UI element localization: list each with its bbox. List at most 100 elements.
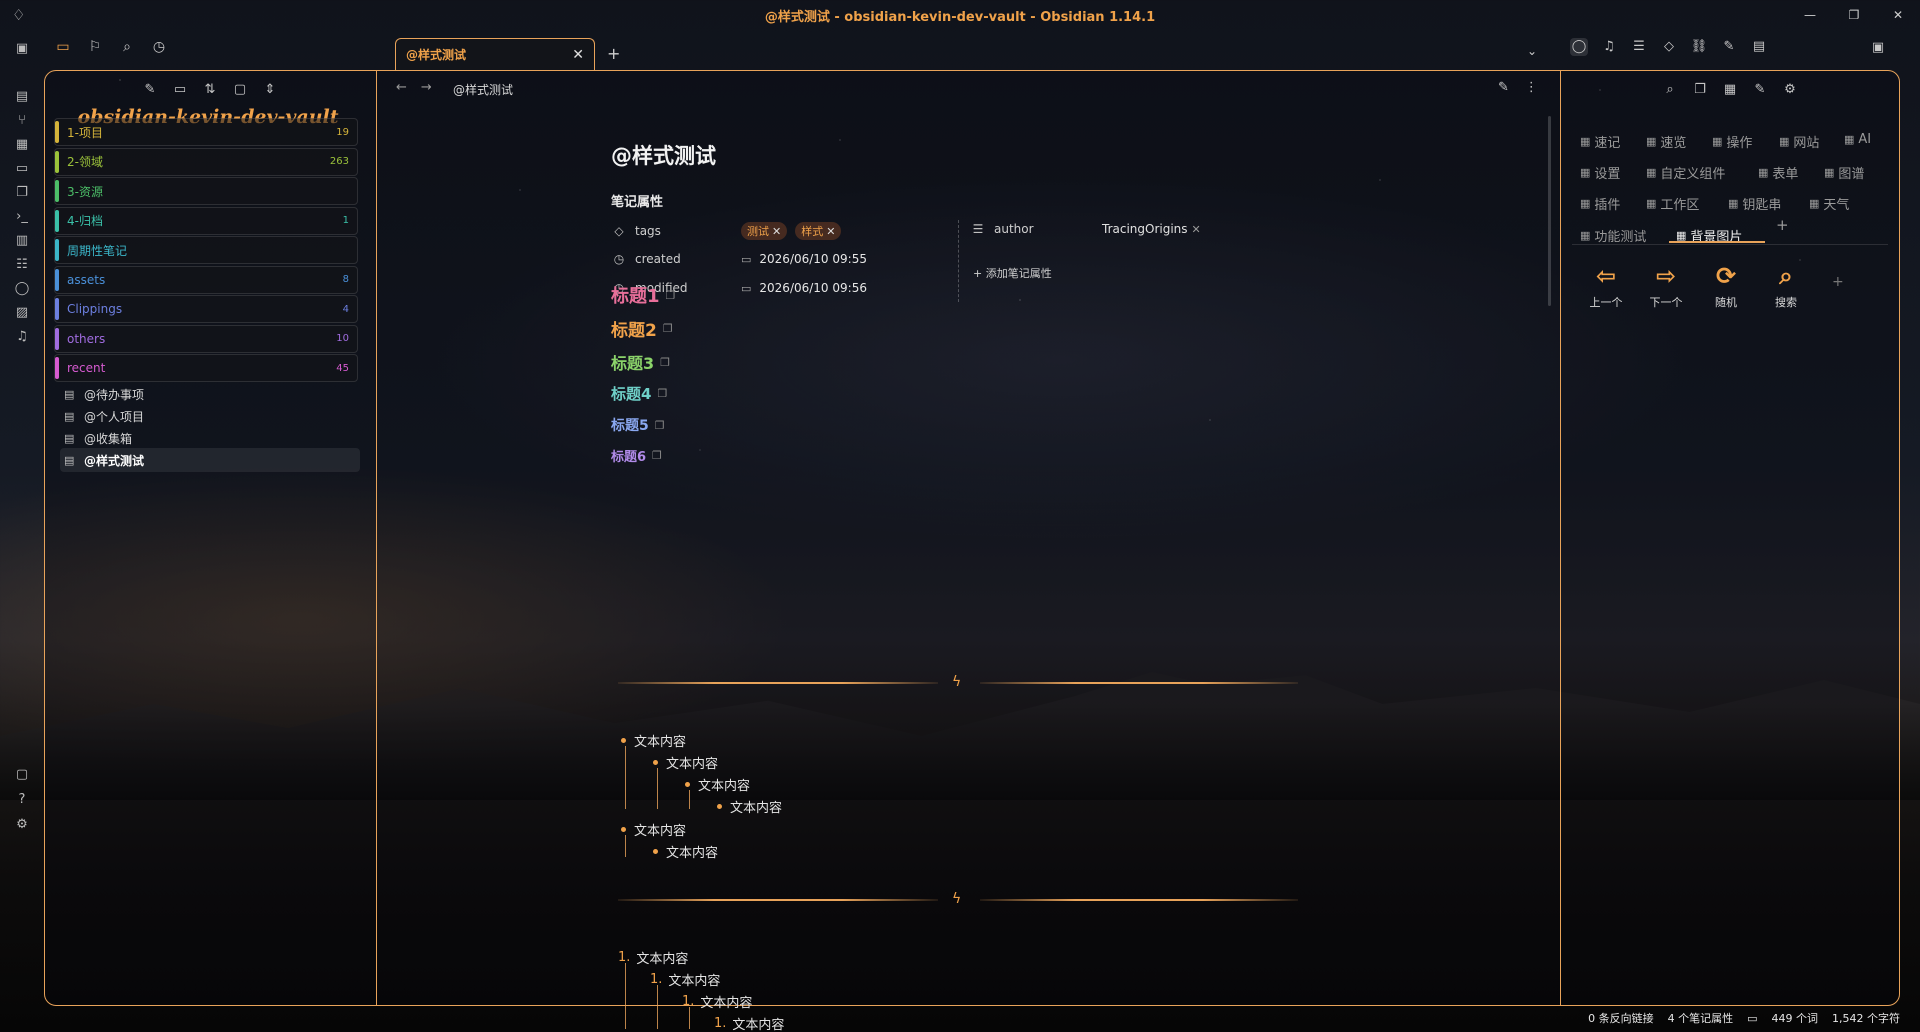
background-nav-button[interactable]: ⇦ 上一个 — [1582, 262, 1630, 310]
close-tab-icon[interactable]: ✕ — [572, 47, 584, 63]
outline-icon[interactable]: ☰ — [1630, 38, 1648, 56]
terminal-icon[interactable]: ›_ — [13, 208, 31, 226]
tag-pill[interactable]: 样式 ✕ — [795, 222, 842, 240]
file-item[interactable]: ▤ @收集箱 — [60, 426, 360, 450]
add-property-button[interactable]: + 添加笔记属性 — [973, 265, 1052, 281]
mouse-icon[interactable]: ◯ — [1570, 38, 1588, 56]
properties-count[interactable]: 4 个笔记属性 — [1668, 1010, 1734, 1026]
vault-switch-icon[interactable]: ▢ — [13, 766, 31, 784]
music-icon[interactable]: ♫ — [13, 328, 31, 346]
settings-icon[interactable]: ⚙ — [13, 816, 31, 834]
background-nav-button[interactable]: ⌕ 搜索 — [1762, 262, 1810, 310]
graph-icon[interactable]: ⑂ — [13, 112, 31, 130]
numbered-list-item[interactable]: 1. 文本内容 — [714, 1014, 784, 1032]
background-nav-button[interactable]: ⇨ 下一个 — [1642, 262, 1690, 310]
toggle-left-sidebar-icon[interactable]: ▣ — [13, 40, 31, 58]
property-value[interactable]: ▭ 2026/06/10 09:56 — [741, 281, 867, 295]
right-tab[interactable]: ▦ 自定义组件 — [1646, 163, 1725, 182]
new-note-icon[interactable]: ✎ — [142, 82, 158, 98]
tag-pill[interactable]: 测试 ✕ — [741, 222, 788, 240]
copy-icon[interactable]: ❐ — [660, 356, 670, 369]
background-nav-button[interactable]: ⟳ 随机 — [1702, 262, 1750, 310]
archive-icon[interactable]: ▤ — [1750, 38, 1768, 56]
edit-icon[interactable]: ✎ — [1498, 80, 1509, 95]
file-item[interactable]: ▤ @待办事项 — [60, 382, 360, 406]
property-value[interactable]: TracingOrigins — [1102, 222, 1188, 236]
right-tab[interactable]: ▦ 工作区 — [1646, 194, 1699, 213]
forward-arrow-icon[interactable]: → — [421, 80, 432, 95]
right-tab[interactable]: ▦ 速记 — [1580, 132, 1620, 151]
file-item[interactable]: ▤ @个人项目 — [60, 404, 360, 428]
bookmark-icon[interactable]: ⚐ — [86, 38, 104, 56]
sort-icon[interactable]: ⇅ — [202, 82, 218, 98]
mouse-icon[interactable]: ◯ — [13, 280, 31, 298]
right-tab[interactable]: ▦ 表单 — [1758, 163, 1798, 182]
copy-icon[interactable]: ❐ — [1692, 82, 1708, 98]
word-count[interactable]: 449 个词 — [1772, 1010, 1819, 1026]
backlinks-count[interactable]: 0 条反向链接 — [1588, 1010, 1654, 1026]
copy-icon[interactable]: ❐ — [655, 419, 665, 432]
heading-4[interactable]: 标题4 ❐ — [611, 383, 667, 404]
folder-item[interactable]: Clippings 4 — [54, 295, 358, 323]
list-item[interactable]: 文本内容 — [621, 820, 686, 839]
property-key[interactable]: author — [994, 222, 1102, 236]
toggle-right-sidebar-icon[interactable]: ▣ — [1869, 40, 1887, 58]
numbered-list-item[interactable]: 1. 文本内容 — [650, 970, 720, 989]
folder-item[interactable]: others 10 — [54, 324, 358, 353]
kanban-icon[interactable]: ☷ — [13, 256, 31, 274]
folder-item[interactable]: 2-领域 263 — [54, 147, 358, 176]
remove-tag-icon[interactable]: ✕ — [826, 225, 835, 238]
list-item[interactable]: 文本内容 — [653, 842, 718, 861]
clock-icon[interactable]: ◷ — [150, 38, 168, 56]
layout-icon[interactable]: ▦ — [1722, 82, 1738, 98]
right-tab[interactable]: ▦ 网站 — [1779, 132, 1819, 151]
list-item[interactable]: 文本内容 — [621, 731, 686, 750]
right-sidebar-divider[interactable] — [1560, 70, 1561, 1006]
add-button-icon[interactable]: + — [1832, 274, 1844, 290]
collapse-icon[interactable]: ▢ — [232, 82, 248, 98]
reading-view-icon[interactable]: ▭ — [1747, 1012, 1757, 1025]
note-title[interactable]: @样式测试 — [611, 140, 716, 170]
image-icon[interactable]: ▨ — [13, 304, 31, 322]
property-key[interactable]: tags — [635, 224, 741, 238]
help-icon[interactable]: ? — [13, 791, 31, 809]
right-tab[interactable]: ▦ 图谱 — [1824, 163, 1864, 182]
copy-icon[interactable]: ❐ — [663, 322, 673, 335]
copy-icon[interactable]: ❐ — [652, 449, 662, 462]
new-tab-icon[interactable]: + — [607, 44, 620, 63]
numbered-list-item[interactable]: 1. 文本内容 — [618, 948, 688, 967]
scrollbar[interactable] — [1548, 116, 1551, 306]
grid-icon[interactable]: ▦ — [13, 136, 31, 154]
remove-tag-icon[interactable]: ✕ — [772, 225, 781, 238]
tag-icon[interactable]: ◇ — [1660, 38, 1678, 56]
sidebar-divider[interactable] — [376, 70, 377, 1006]
file-item[interactable]: ▤ @样式测试 — [60, 448, 360, 472]
right-tab[interactable]: ▦ 操作 — [1712, 132, 1752, 151]
right-tab[interactable]: ▦ 插件 — [1580, 194, 1620, 213]
close-window-button[interactable]: ✕ — [1876, 0, 1920, 30]
right-tab[interactable]: ▦ 设置 — [1580, 163, 1620, 182]
table-icon[interactable]: ▥ — [13, 232, 31, 250]
heading-5[interactable]: 标题5 ❐ — [611, 415, 665, 435]
heading-1[interactable]: 标题1 ❐ — [611, 282, 675, 308]
heading-3[interactable]: 标题3 ❐ — [611, 350, 670, 374]
char-count[interactable]: 1,542 个字符 — [1832, 1010, 1900, 1026]
right-tab[interactable]: ▦ 钥匙串 — [1728, 194, 1781, 213]
folder-icon[interactable]: ▭ — [54, 38, 72, 56]
tab-style-test[interactable]: @样式测试 ✕ — [395, 38, 595, 70]
breadcrumb[interactable]: @样式测试 — [453, 81, 513, 98]
more-options-icon[interactable]: ⋮ — [1525, 80, 1538, 95]
heading-6[interactable]: 标题6 ❐ — [611, 446, 662, 465]
properties-heading[interactable]: 笔记属性 — [611, 191, 663, 210]
remove-value-icon[interactable]: ✕ — [1192, 223, 1201, 236]
list-item[interactable]: 文本内容 — [653, 753, 718, 772]
search-icon[interactable]: ⌕ — [1662, 82, 1678, 98]
folder-item[interactable]: 3-资源 — [54, 177, 358, 205]
maximize-button[interactable]: ❐ — [1832, 0, 1876, 30]
folder-item[interactable]: recent 45 — [54, 354, 358, 382]
expand-icon[interactable]: ⇕ — [262, 82, 278, 98]
add-tab-icon[interactable]: + — [1776, 216, 1789, 234]
list-item[interactable]: 文本内容 — [685, 775, 750, 794]
property-key[interactable]: created — [635, 252, 741, 266]
right-tab[interactable]: ▦ 功能测试 — [1580, 226, 1646, 245]
